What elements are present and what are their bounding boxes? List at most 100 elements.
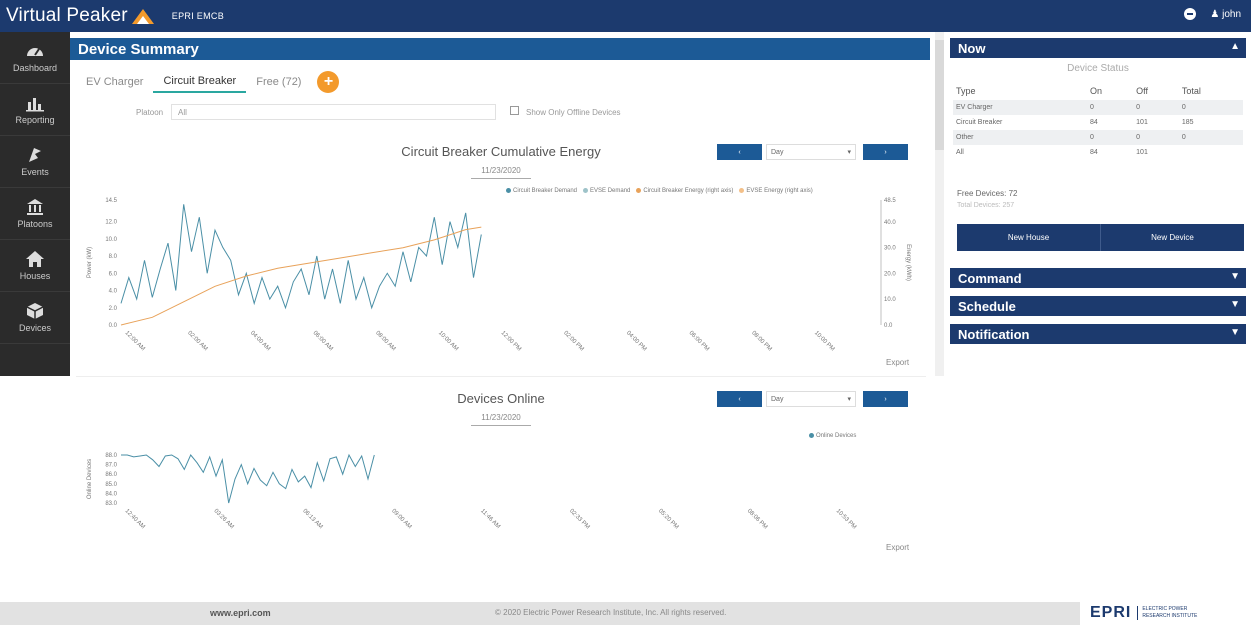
table-row: Other 0 0 0 <box>953 130 1243 145</box>
chevron-down-icon: ▼ <box>1230 271 1240 282</box>
user-name: john <box>1222 8 1241 20</box>
table-cell: 185 <box>1181 119 1194 126</box>
y2-axis-label: Energy (kWh) <box>905 244 911 281</box>
device-status-table: Type On Off Total EV Charger 0 0 0 Circu… <box>953 82 1243 160</box>
platoon-select[interactable]: All <box>171 104 496 120</box>
new-device-button[interactable]: New Device <box>1100 224 1244 251</box>
sidebar-item-reporting[interactable]: Reporting <box>0 84 70 136</box>
main-scrollbar[interactable] <box>935 32 944 376</box>
events-icon <box>29 148 41 162</box>
command-panel-header[interactable]: Command ▼ <box>950 268 1246 288</box>
y2-tick-label: 40.0 <box>884 220 896 226</box>
panel-title: Notification <box>958 327 1030 342</box>
prev-day-button[interactable]: ‹ <box>717 391 762 407</box>
y-tick-label: 6.0 <box>109 271 118 277</box>
new-house-button[interactable]: New House <box>957 224 1100 251</box>
building-icon <box>27 199 43 215</box>
sidebar-item-label: Reporting <box>15 115 55 125</box>
series-line <box>120 226 482 326</box>
table-cell: 0 <box>1087 100 1134 115</box>
table-cell: 84 <box>1090 119 1098 126</box>
x-tick-label: 08:00 AM <box>374 330 396 352</box>
energy-chart-card: Circuit Breaker Cumulative Energy 11/23/… <box>76 130 926 372</box>
export-link[interactable]: Export <box>886 543 909 552</box>
chart-date: 11/23/2020 <box>471 166 531 179</box>
y2-tick-label: 10.0 <box>884 297 896 303</box>
now-panel-header[interactable]: Now ▲ <box>950 38 1246 58</box>
footer-url-link[interactable]: www.epri.com <box>210 608 271 618</box>
table-row: All 84 101 <box>953 145 1243 160</box>
x-tick-label: 02:00 PM <box>562 330 584 352</box>
offline-only-checkbox[interactable] <box>510 106 519 115</box>
tab-ev-charger[interactable]: EV Charger <box>76 72 153 92</box>
sidebar-item-houses[interactable]: Houses <box>0 240 70 292</box>
top-bar: Virtual Peaker EPRI EMCB ♟ john <box>0 0 1251 32</box>
sidebar-item-devices[interactable]: Devices <box>0 292 70 344</box>
bar-chart-icon <box>26 98 44 112</box>
table-row: Circuit Breaker 84 101 185 <box>953 115 1243 130</box>
chart-legend: Online Devices <box>809 433 856 439</box>
app-brand[interactable]: Virtual Peaker <box>0 5 128 27</box>
y-tick-label: 12.0 <box>105 220 117 226</box>
offline-only-label: Show Only Offline Devices <box>526 108 621 117</box>
y2-tick-label: 20.0 <box>884 271 896 277</box>
platoon-value: All <box>178 108 187 117</box>
tab-circuit-breaker[interactable]: Circuit Breaker <box>153 71 247 93</box>
table-cell: Other <box>953 130 1087 145</box>
platoon-label: Platoon <box>136 108 164 117</box>
table-cell: 0 <box>1178 130 1243 145</box>
user-menu[interactable]: ♟ john <box>1210 9 1241 20</box>
sidebar-item-label: Dashboard <box>12 63 58 73</box>
device-tabs: EV Charger Circuit Breaker Free (72) + <box>76 69 340 95</box>
table-header-row: Type On Off Total <box>953 82 1243 100</box>
sidebar-item-platoons[interactable]: Platoons <box>0 188 70 240</box>
legend-item[interactable]: Online Devices <box>809 433 856 439</box>
range-select[interactable]: Day ▾ <box>766 391 856 407</box>
chevron-down-icon: ▼ <box>1230 327 1240 338</box>
peak-logo-icon <box>131 9 154 24</box>
y2-tick-label: 30.0 <box>884 246 896 252</box>
x-tick-label: 10:00 PM <box>813 330 835 352</box>
x-tick-label: 02:00 AM <box>186 330 208 352</box>
tab-free[interactable]: Free (72) <box>246 72 311 92</box>
y2-tick-label: 48.5 <box>884 198 896 204</box>
y-tick-label: 8.0 <box>109 254 118 260</box>
chevron-down-icon: ▾ <box>847 396 851 403</box>
sidebar-item-label: Events <box>21 167 49 177</box>
devices-online-plot[interactable]: 83.0 84.0 85.0 86.0 87.0 88.0 Online Devices 12… <box>76 443 926 553</box>
y-axis-label: Online Devices <box>87 459 93 499</box>
export-link[interactable]: Export <box>886 358 909 367</box>
y2-tick-label: 0.0 <box>884 323 893 329</box>
footer-copyright: © 2020 Electric Power Research Institute… <box>495 608 727 617</box>
series-line <box>120 204 482 310</box>
y-tick-label: 14.5 <box>105 198 117 204</box>
notification-panel-header[interactable]: Notification ▼ <box>950 324 1246 344</box>
table-cell: EV Charger <box>953 100 1087 115</box>
prev-day-button[interactable]: ‹ <box>717 144 762 160</box>
minus-circle-icon[interactable] <box>1184 8 1197 20</box>
x-tick-label: 03:26 AM <box>212 508 234 530</box>
range-select[interactable]: Day ▾ <box>766 144 856 160</box>
chart-date: 11/23/2020 <box>471 413 531 426</box>
energy-chart-plot[interactable]: 0.0 2.0 4.0 6.0 8.0 10.0 12.0 14.5 Power (kW) 12:… <box>76 190 926 365</box>
sidebar-item-dashboard[interactable]: Dashboard <box>0 32 70 84</box>
y-tick-label: 83.0 <box>105 501 117 507</box>
schedule-panel-header[interactable]: Schedule ▼ <box>950 296 1246 316</box>
user-area: ♟ john <box>1184 8 1241 20</box>
range-value: Day <box>771 149 784 156</box>
sidebar-item-events[interactable]: Events <box>0 136 70 188</box>
scrollbar-thumb[interactable] <box>935 40 944 150</box>
add-tab-button[interactable]: + <box>317 71 340 93</box>
next-day-button[interactable]: › <box>863 391 908 407</box>
y-tick-label: 2.0 <box>109 306 118 312</box>
action-buttons: New House New Device <box>957 224 1244 251</box>
y-tick-label: 84.0 <box>105 491 117 497</box>
next-day-button[interactable]: › <box>863 144 908 160</box>
panel-title: Command <box>958 271 1022 286</box>
series-line <box>121 453 375 504</box>
column-header: On <box>1090 86 1103 96</box>
table-cell: Circuit Breaker <box>956 119 1003 126</box>
cube-icon <box>26 303 44 319</box>
y-tick-label: 10.0 <box>105 237 117 243</box>
dashboard-icon <box>27 48 43 56</box>
